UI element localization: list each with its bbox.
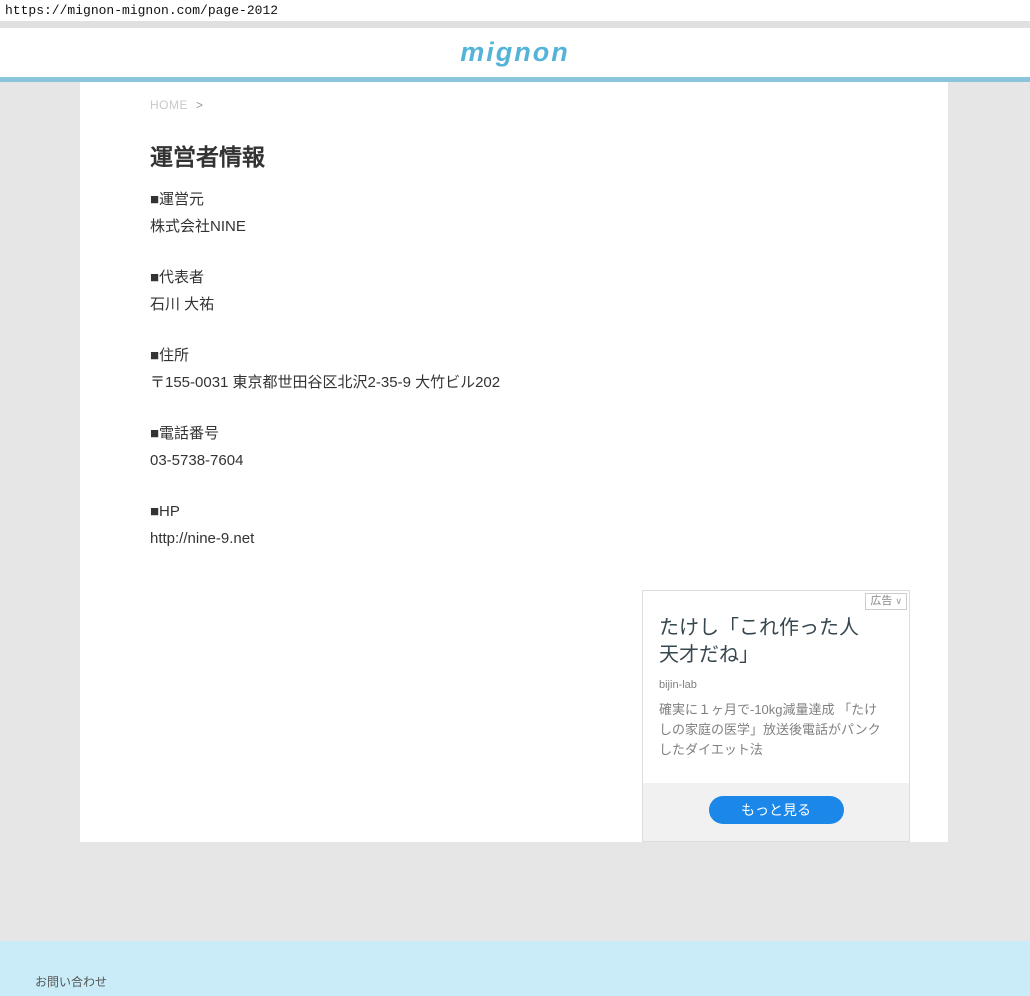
- ad-headline-link[interactable]: たけし「これ作った人天才だね」: [659, 615, 873, 669]
- ad-badge-label: 広告: [870, 595, 892, 607]
- info-section-address: ■住所 〒155-0031 東京都世田谷区北沢2-35-9 大竹ビル202: [150, 342, 948, 396]
- page-url-text: https://mignon-mignon.com/page-2012: [5, 3, 278, 18]
- info-label: ■運営元: [150, 186, 948, 213]
- page-title: 運営者情報: [150, 138, 948, 172]
- info-label: ■代表者: [150, 264, 948, 291]
- info-label: ■電話番号: [150, 420, 948, 447]
- info-label: ■住所: [150, 342, 948, 369]
- ad-footer-band: もっと見る: [643, 783, 909, 841]
- site-header: mignon: [0, 28, 1030, 77]
- breadcrumb: HOME >: [150, 98, 948, 112]
- info-section-representative: ■代表者 石川 大祐: [150, 264, 948, 318]
- info-section-phone: ■電話番号 03-5738-7604: [150, 420, 948, 474]
- info-value: 03-5738-7604: [150, 447, 948, 474]
- info-label: ■HP: [150, 498, 948, 525]
- breadcrumb-home-link[interactable]: HOME: [150, 98, 188, 112]
- site-footer: お問い合わせ: [0, 941, 1030, 996]
- info-section-company: ■運営元 株式会社NINE: [150, 186, 948, 240]
- contact-link[interactable]: お問い合わせ: [35, 973, 107, 990]
- ad-panel: 広告∨ たけし「これ作った人天才だね」 bijin-lab 確実に１ヶ月で-10…: [642, 590, 910, 842]
- info-value: 株式会社NINE: [150, 213, 948, 240]
- info-section-hp: ■HP http://nine-9.net: [150, 498, 948, 552]
- info-value: 〒155-0031 東京都世田谷区北沢2-35-9 大竹ビル202: [150, 369, 948, 396]
- chevron-down-icon: ∨: [895, 596, 902, 606]
- info-value: 石川 大祐: [150, 291, 948, 318]
- url-annotation-strip: https://mignon-mignon.com/page-2012: [0, 0, 1030, 21]
- site-logo[interactable]: mignon: [460, 28, 569, 77]
- ad-more-button[interactable]: もっと見る: [709, 796, 844, 824]
- ad-source: bijin-lab: [659, 679, 893, 691]
- top-divider-bar: [0, 21, 1030, 28]
- ad-badge[interactable]: 広告∨: [865, 593, 907, 610]
- info-value: http://nine-9.net: [150, 525, 948, 552]
- ad-description: 確実に１ヶ月で-10kg減量達成 「たけしの家庭の医学」放送後電話がパンクしたダ…: [659, 700, 887, 760]
- operator-info-sections: ■運営元 株式会社NINE ■代表者 石川 大祐 ■住所 〒155-0031 東…: [150, 186, 948, 552]
- breadcrumb-separator: >: [196, 98, 204, 112]
